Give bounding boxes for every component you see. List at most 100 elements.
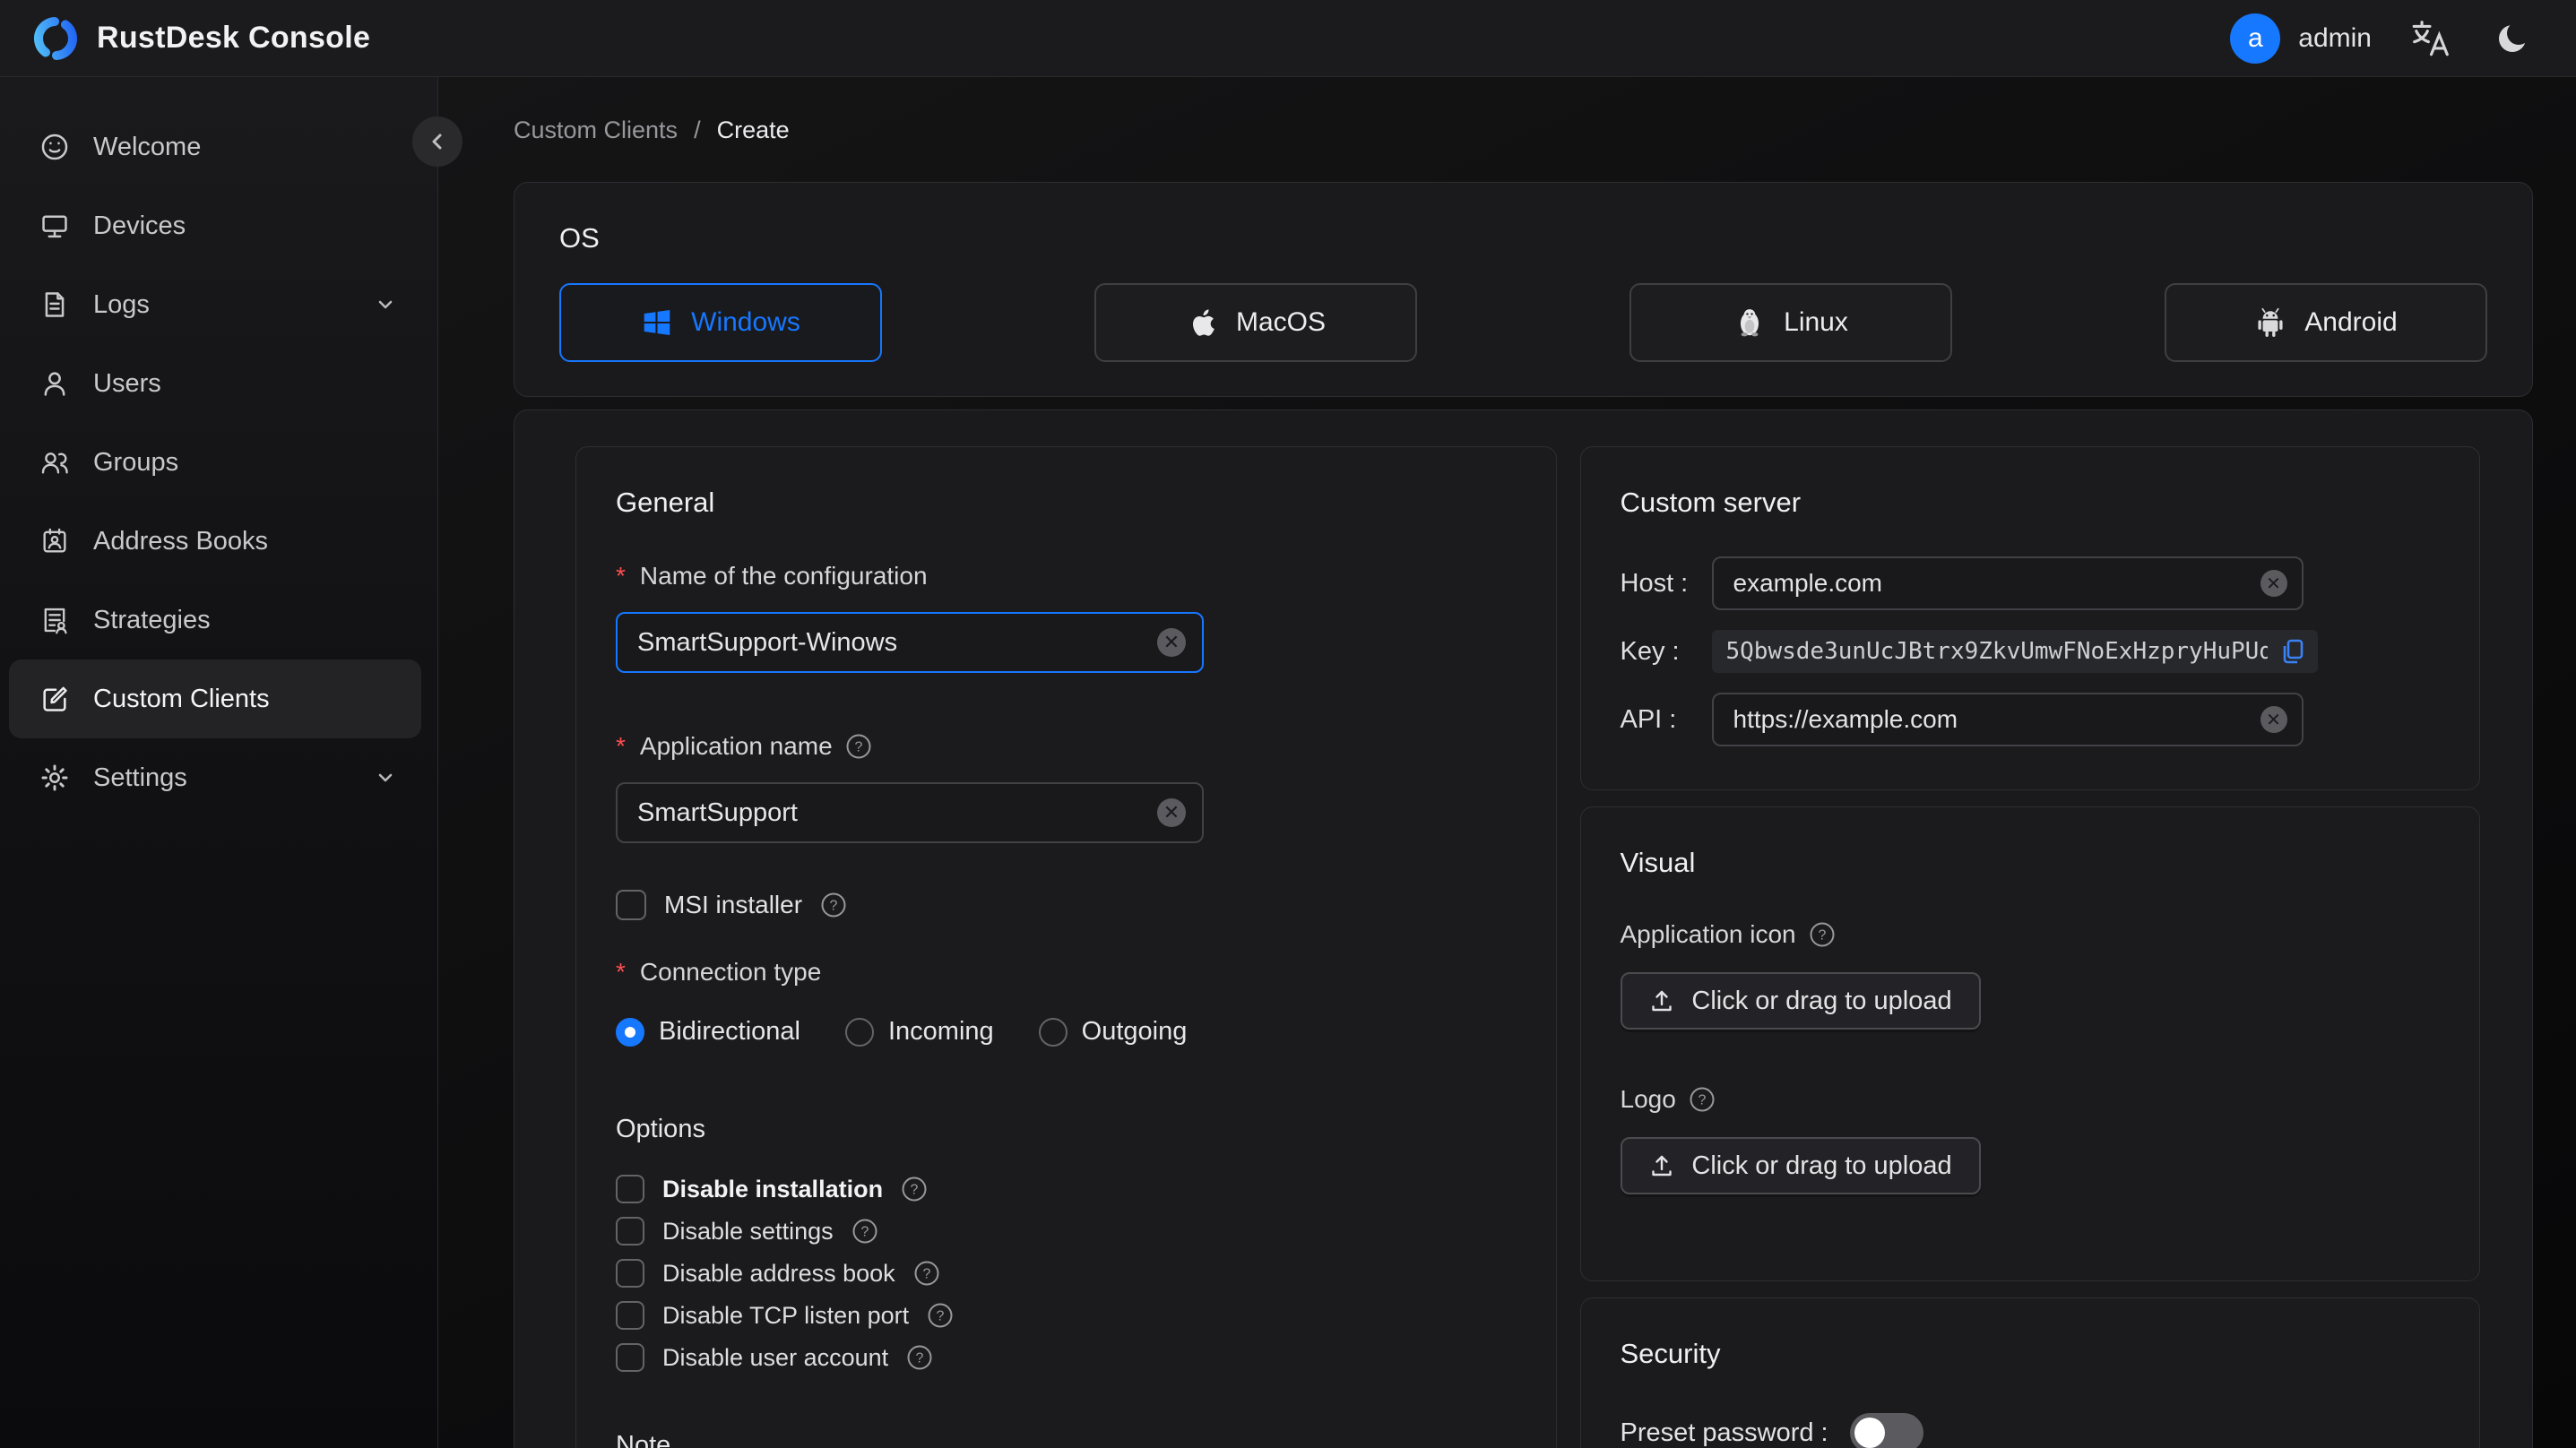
help-icon[interactable]: ? [906,1344,933,1371]
general-section: General * Name of the configuration ✕ * … [575,446,1557,1448]
help-icon[interactable]: ? [845,733,872,760]
required-marker: * [616,958,626,986]
key-field: 5Qbwsde3unUcJBtrx9ZkvUmwFNoExHzpryHuPUdq… [1711,630,2318,673]
msi-installer-checkbox[interactable] [616,890,646,920]
help-icon[interactable]: ? [913,1260,940,1287]
help-icon[interactable]: ? [820,892,847,918]
dark-mode-moon-icon[interactable] [2490,15,2537,62]
preset-password-label: Preset password : [1620,1418,1828,1447]
visual-title: Visual [1620,847,1696,878]
options-title: Options [616,1115,705,1143]
radio-bidirectional[interactable]: Bidirectional [616,1017,800,1047]
address-book-icon [39,526,70,556]
key-value: 5Qbwsde3unUcJBtrx9ZkvUmwFNoExHzpryHuPUdq… [1725,638,2268,665]
help-icon[interactable]: ? [1689,1086,1716,1113]
username: admin [2298,22,2372,53]
os-button-android[interactable]: Android [2165,283,2487,362]
help-icon[interactable]: ? [901,1176,928,1202]
client-form-panel: General * Name of the configuration ✕ * … [514,409,2533,1448]
radio-outgoing[interactable]: Outgoing [1038,1017,1187,1047]
msi-installer-row: MSI installer ? [616,890,1517,920]
config-name-label: * Name of the configuration [616,562,928,590]
sidebar-item-users[interactable]: Users [9,344,421,423]
sidebar: Welcome Devices Logs Users Groups Addres… [0,77,462,1448]
logo-upload-button[interactable]: Click or drag to upload [1620,1137,1981,1194]
sidebar-collapse-button[interactable] [412,116,462,167]
sidebar-item-logs[interactable]: Logs [9,265,421,344]
application-icon-label: Application icon ? [1621,920,2441,949]
api-label: API : [1620,704,1677,734]
disable-tcp-listen-port-checkbox[interactable] [616,1301,644,1330]
logo-label: Logo ? [1621,1085,2441,1114]
app-name-input[interactable] [637,797,1157,828]
language-icon[interactable] [2407,15,2454,62]
chevron-down-icon [373,765,398,790]
sidebar-item-label: Settings [93,763,187,792]
visual-section: Visual Application icon ? Click or drag … [1579,806,2480,1281]
msi-installer-label: MSI installer [664,891,803,918]
sidebar-item-devices[interactable]: Devices [9,186,421,265]
clear-icon[interactable]: ✕ [1157,798,1186,827]
sidebar-item-label: Custom Clients [93,684,270,713]
avatar[interactable]: a [2230,13,2281,64]
sidebar-item-address-books[interactable]: Address Books [9,502,421,581]
host-input[interactable] [1733,569,2260,598]
os-button-linux[interactable]: Linux [1629,283,1952,362]
breadcrumb: Custom Clients / Create [514,116,2533,144]
option-disable-installation: Disable installation ? [616,1175,1517,1203]
disable-user-account-checkbox[interactable] [616,1343,644,1372]
radio-incoming[interactable]: Incoming [844,1017,994,1047]
upload-button-label: Click or drag to upload [1691,1151,1952,1180]
android-icon [2254,306,2286,339]
help-icon[interactable]: ? [1809,921,1836,948]
app-title: RustDesk Console [97,21,371,55]
sidebar-item-welcome[interactable]: Welcome [9,108,421,186]
svg-text:?: ? [830,899,838,914]
config-name-field: ✕ [616,612,1204,673]
os-button-label: Android [2304,307,2398,337]
edit-square-icon [39,684,70,714]
api-input[interactable] [1733,705,2260,734]
options-list: Disable installation ? Disable settings … [616,1175,1517,1372]
document-icon [39,289,70,320]
sidebar-item-label: Devices [93,211,186,240]
config-name-input[interactable] [637,627,1157,658]
general-title: General [616,487,715,518]
user-menu[interactable]: a admin [2230,13,2372,64]
security-section: Security Preset password : [1579,1297,2480,1448]
sidebar-item-settings[interactable]: Settings [9,738,421,817]
option-disable-user-account: Disable user account ? [616,1343,1517,1372]
sidebar-item-label: Strategies [93,605,211,634]
connection-type-options: Bidirectional Incoming Outgoing [616,1017,1517,1047]
breadcrumb-parent[interactable]: Custom Clients [514,116,678,144]
clear-icon[interactable]: ✕ [2260,570,2287,597]
monitor-icon [39,211,70,241]
app-name-label: * Application name ? [616,732,1517,761]
clear-icon[interactable]: ✕ [2260,706,2287,733]
os-button-macos[interactable]: MacOS [1094,283,1417,362]
preset-password-row: Preset password : [1621,1413,2441,1448]
sidebar-item-custom-clients[interactable]: Custom Clients [9,659,421,738]
key-label: Key : [1620,636,1680,666]
svg-text:?: ? [1698,1093,1706,1108]
top-bar: RustDesk Console a admin [0,0,2576,77]
os-button-windows[interactable]: Windows [559,283,882,362]
upload-icon [1648,987,1675,1014]
rustdesk-logo-icon [32,15,79,62]
sidebar-item-strategies[interactable]: Strategies [9,581,421,659]
disable-installation-checkbox[interactable] [616,1175,644,1203]
disable-address-book-checkbox[interactable] [616,1259,644,1288]
host-field: ✕ [1711,556,2304,610]
application-icon-upload-button[interactable]: Click or drag to upload [1620,972,1981,1030]
copy-icon[interactable] [2278,637,2307,666]
help-icon[interactable]: ? [851,1218,878,1245]
preset-password-toggle[interactable] [1849,1413,1923,1448]
clear-icon[interactable]: ✕ [1157,628,1186,657]
svg-text:?: ? [854,740,862,755]
option-disable-tcp-listen-port: Disable TCP listen port ? [616,1301,1517,1330]
sidebar-item-groups[interactable]: Groups [9,423,421,502]
disable-settings-checkbox[interactable] [616,1217,644,1245]
apple-icon [1186,306,1218,339]
help-icon[interactable]: ? [927,1302,954,1329]
option-disable-address-book: Disable address book ? [616,1259,1517,1288]
